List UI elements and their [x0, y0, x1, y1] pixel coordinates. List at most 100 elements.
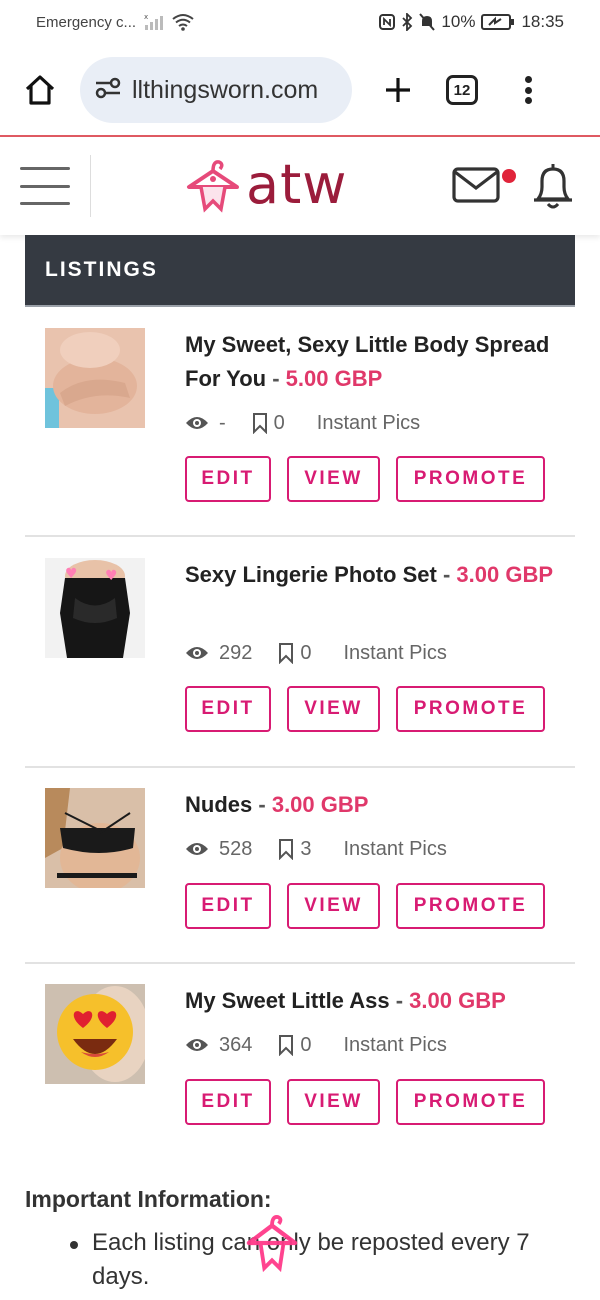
promote-button[interactable]: PROMOTE — [396, 686, 545, 732]
listing-category: Instant Pics — [316, 411, 421, 434]
listing-meta: 364 0 Instant Pics — [185, 1029, 447, 1061]
listing-price: 3.00 GBP — [271, 792, 369, 817]
browser-toolbar: llthingsworn.com 12 — [0, 44, 600, 136]
hamburger-line — [20, 202, 70, 205]
tab-switcher-button[interactable]: 12 — [446, 75, 478, 105]
messages-button[interactable] — [452, 167, 500, 203]
listing-actions: EDIT VIEW PROMOTE — [185, 456, 545, 502]
promote-button[interactable]: PROMOTE — [396, 456, 545, 502]
bookmark-icon — [279, 643, 294, 664]
status-bar: Emergency c... x 10% 18:35 — [0, 0, 600, 44]
view-count: 364 — [219, 1033, 253, 1056]
listing-separator: - — [395, 988, 404, 1013]
view-button[interactable]: VIEW — [287, 456, 380, 502]
listings-heading-text: LISTINGS — [45, 258, 158, 281]
hamburger-menu-button[interactable] — [20, 167, 70, 205]
promote-button[interactable]: PROMOTE — [396, 883, 545, 929]
menu-dot-icon — [524, 76, 532, 83]
battery-icon — [481, 13, 515, 31]
listing-price: 3.00 GBP — [456, 562, 554, 587]
site-settings-icon[interactable] — [94, 76, 122, 105]
eye-icon — [186, 843, 208, 855]
header-divider — [90, 155, 91, 217]
clock: 18:35 — [521, 12, 564, 31]
listing-meta: - 0 Instant Pics — [185, 407, 420, 439]
listing-title: Nudes - 3.00 GBP — [185, 788, 565, 822]
nfc-icon — [379, 14, 396, 30]
edit-button[interactable]: EDIT — [185, 883, 271, 929]
listing-separator: - — [442, 562, 451, 587]
carrier-text: Emergency c... — [36, 13, 137, 31]
site-header: atw — [0, 137, 600, 235]
home-icon — [25, 75, 55, 105]
save-count: 0 — [273, 411, 285, 434]
listing-actions: EDIT VIEW PROMOTE — [185, 883, 545, 929]
plus-icon — [386, 78, 410, 102]
view-button[interactable]: VIEW — [287, 1079, 380, 1125]
view-count: 292 — [219, 641, 253, 664]
listing-separator: - — [258, 792, 266, 817]
listings-heading: LISTINGS — [25, 235, 575, 307]
browser-menu-button[interactable] — [518, 70, 538, 110]
listing-separator: - — [272, 366, 280, 391]
notifications-button[interactable] — [530, 161, 576, 211]
save-count: 0 — [300, 1033, 312, 1056]
listing-meta: 528 3 Instant Pics — [185, 833, 447, 865]
listing-name[interactable]: Sexy Lingerie Photo Set — [185, 562, 437, 587]
wifi-icon — [172, 13, 194, 31]
view-count: - — [219, 411, 226, 434]
home-button[interactable] — [20, 70, 60, 110]
listing-divider — [25, 535, 575, 537]
listing-item: ♥ ♥ Sexy Lingerie Photo Set - 3.00 GBP 2… — [25, 558, 575, 738]
eye-icon — [186, 417, 208, 429]
eye-icon — [186, 1039, 208, 1051]
listing-name[interactable]: Nudes — [185, 792, 252, 817]
listing-title: My Sweet Little Ass - 3.00 GBP — [185, 984, 565, 1018]
unread-badge — [502, 169, 516, 183]
listing-thumbnail[interactable] — [45, 788, 145, 888]
bluetooth-icon — [401, 13, 413, 31]
listing-thumbnail[interactable] — [45, 328, 145, 428]
menu-dot-icon — [524, 97, 532, 104]
listing-divider — [25, 766, 575, 768]
listing-name[interactable]: My Sweet Little Ass — [185, 988, 390, 1013]
bookmark-icon — [279, 1035, 294, 1056]
bell-icon — [534, 164, 572, 209]
listing-actions: EDIT VIEW PROMOTE — [185, 1079, 545, 1125]
view-button[interactable]: VIEW — [287, 686, 380, 732]
url-text: llthingsworn.com — [132, 75, 319, 104]
signal-icon: x — [144, 13, 164, 31]
listing-thumbnail[interactable]: ♥ ♥ — [45, 558, 145, 658]
listing-thumbnail[interactable] — [45, 984, 145, 1084]
mail-icon — [452, 167, 500, 203]
hanger-logo-icon — [187, 160, 239, 213]
view-count: 528 — [219, 837, 253, 860]
listing-item: Nudes - 3.00 GBP 528 3 Instant Pics EDIT… — [25, 788, 575, 938]
logo-text: atw — [246, 153, 348, 216]
listing-price: 3.00 GBP — [409, 988, 506, 1013]
important-info-heading: Important Information: — [25, 1186, 272, 1212]
listing-price: 5.00 GBP — [285, 366, 383, 391]
save-count: 0 — [300, 641, 312, 664]
tab-count: 12 — [453, 81, 471, 99]
important-info-list: Each listing can only be reposted every … — [70, 1226, 570, 1294]
menu-dot-icon — [524, 86, 532, 94]
new-tab-button[interactable] — [378, 70, 418, 110]
bookmark-icon — [279, 839, 294, 860]
site-logo[interactable]: atw — [186, 155, 347, 215]
listing-category: Instant Pics — [343, 641, 447, 664]
listing-category: Instant Pics — [343, 837, 447, 860]
edit-button[interactable]: EDIT — [185, 456, 271, 502]
promote-button[interactable]: PROMOTE — [396, 1079, 545, 1125]
listing-item: My Sweet, Sexy Little Body Spread For Yo… — [25, 328, 575, 508]
eye-icon — [186, 647, 208, 659]
bookmark-icon — [252, 413, 267, 434]
hamburger-line — [20, 167, 70, 170]
view-button[interactable]: VIEW — [287, 883, 380, 929]
edit-button[interactable]: EDIT — [185, 686, 271, 732]
edit-button[interactable]: EDIT — [185, 1079, 271, 1125]
listing-title: Sexy Lingerie Photo Set - 3.00 GBP — [185, 558, 565, 592]
mute-bell-icon — [419, 13, 436, 31]
address-bar[interactable]: llthingsworn.com — [80, 57, 352, 123]
listing-item: My Sweet Little Ass - 3.00 GBP 364 0 Ins… — [25, 984, 575, 1134]
